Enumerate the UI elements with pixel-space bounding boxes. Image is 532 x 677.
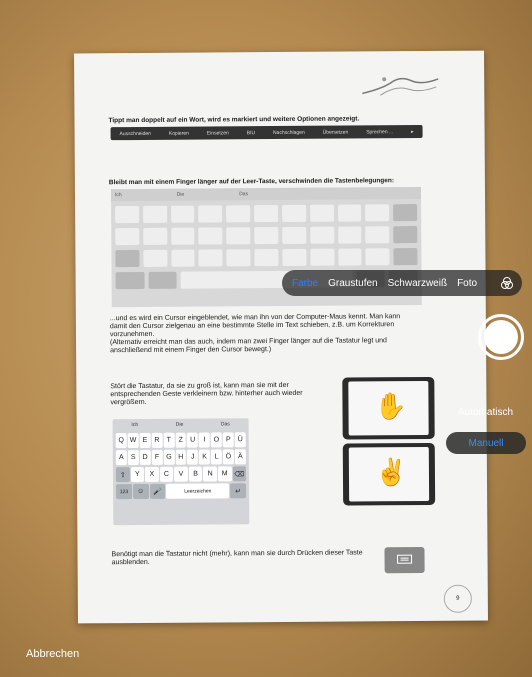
filter-color[interactable]: Farbe xyxy=(292,278,318,289)
camera-viewfinder: Tippt man doppelt auf ein Wort, wird es … xyxy=(0,0,532,677)
scan-filter-selector[interactable]: Farbe Graustufen Schwarzweiß Foto xyxy=(282,270,522,296)
scanned-document: Tippt man doppelt auf ein Wort, wird es … xyxy=(74,50,488,624)
doc-line-2: Bleibt man mit einem Finger länger auf d… xyxy=(108,177,395,187)
keyboard-key: Q xyxy=(115,433,127,449)
suggestion-2: Die xyxy=(176,191,185,198)
keyboard-key: N xyxy=(203,466,217,482)
shift-key-icon: ⇧ xyxy=(115,467,130,483)
key-space: Leerzeichen xyxy=(166,483,230,499)
keyboard-image-small: Ich Die Das QWERTZUIOPÜ ASDFGHJKLÖÄ ⇧ Y X C… xyxy=(112,418,250,526)
keyboard-key: Ä xyxy=(234,449,246,465)
keyboard-key: W xyxy=(127,432,139,449)
keyboard-key: D xyxy=(139,449,151,465)
keyboard-suggestion-bar: Ich Die Das xyxy=(110,187,422,202)
keyboard-key: T xyxy=(163,432,175,448)
shutter-inner xyxy=(484,320,518,354)
keyboard-key: O xyxy=(210,432,222,448)
mode-manual[interactable]: Manuell xyxy=(446,432,526,454)
page-number: 9 xyxy=(443,584,472,613)
small-suggestion-2: Die xyxy=(175,421,184,428)
keyboard-key: P xyxy=(222,432,234,448)
keyboard-key: S xyxy=(127,449,139,466)
keyboard-key: K xyxy=(199,449,211,465)
mic-key-icon: 🎤 xyxy=(149,483,166,499)
filter-grayscale[interactable]: Graustufen xyxy=(328,278,377,289)
keyboard-key: E xyxy=(139,432,151,448)
keyboard-key: U xyxy=(187,432,199,448)
context-menu-more-icon: ▸ xyxy=(411,128,414,135)
keyboard-key: J xyxy=(187,449,199,465)
suggestion-1: Ich xyxy=(114,192,122,199)
cancel-button[interactable]: Abbrechen xyxy=(26,648,79,660)
backspace-key-icon: ⌫ xyxy=(232,466,247,482)
emoji-key-icon: ☺ xyxy=(132,483,149,500)
small-suggestion-1: Ich xyxy=(131,421,139,429)
keyboard-key: Ö xyxy=(222,449,234,465)
keyboard-key: Z xyxy=(175,432,187,448)
context-menu-item: Übersetzen xyxy=(322,129,349,136)
filter-photo[interactable]: Foto xyxy=(457,278,477,289)
shutter-button[interactable] xyxy=(478,314,524,360)
keyboard-key: F xyxy=(151,449,163,465)
keyboard-key: M xyxy=(217,466,232,482)
keyboard-key: B xyxy=(188,466,203,482)
context-menu-item: Sprechen ... xyxy=(366,128,394,135)
context-menu-item: BIU xyxy=(246,129,256,136)
keyboard-hide-icon xyxy=(384,547,425,574)
mode-automatic[interactable]: Automatisch xyxy=(458,407,513,418)
keyboard-key: Ü xyxy=(234,432,246,448)
pinch-hand-icon: ✋ xyxy=(374,391,407,422)
tablet-gesture-image-2: ✌ xyxy=(342,442,436,506)
tablet-gesture-image-1: ✋ xyxy=(342,376,435,440)
keyboard-key: R xyxy=(151,432,163,448)
keyboard-key: H xyxy=(175,449,187,465)
keyboard-key: V xyxy=(174,466,188,482)
keyboard-key: G xyxy=(163,449,175,465)
return-key-icon: ↵ xyxy=(230,483,247,499)
context-menu-item: Ausschneiden xyxy=(119,130,151,137)
context-menu-item: Einsetzen xyxy=(206,129,229,137)
keyboard-key: C xyxy=(159,466,174,482)
context-menu-bar: Ausschneiden Kopieren Einsetzen BIU Nachschl… xyxy=(110,125,423,141)
context-menu-item: Nachschlagen xyxy=(273,129,305,136)
doc-para5-line2: ausblenden. xyxy=(111,558,150,567)
key-123: 123 xyxy=(116,484,132,500)
filter-black-white[interactable]: Schwarzweiß xyxy=(388,278,447,289)
keyboard-key: I xyxy=(199,432,211,448)
keyboard-key: X xyxy=(145,466,159,482)
context-menu-item: Kopieren xyxy=(168,130,189,137)
keyboard-key: Y xyxy=(130,466,145,483)
spread-hand-icon: ✌ xyxy=(374,457,408,488)
doc-line-1: Tippt man doppelt auf ein Wort, wird es … xyxy=(108,115,360,125)
document-logo xyxy=(362,77,439,96)
doc-para3-line5: anschließend mit einem Finger den Cursor… xyxy=(110,346,272,355)
suggestion-3: Das xyxy=(239,191,249,198)
keyboard-key: A xyxy=(115,450,127,466)
small-suggestion-3: Das xyxy=(220,421,230,428)
filters-icon[interactable] xyxy=(500,276,514,290)
keyboard-key: L xyxy=(211,449,223,465)
doc-para4-line3: vergrößern. xyxy=(110,398,147,407)
